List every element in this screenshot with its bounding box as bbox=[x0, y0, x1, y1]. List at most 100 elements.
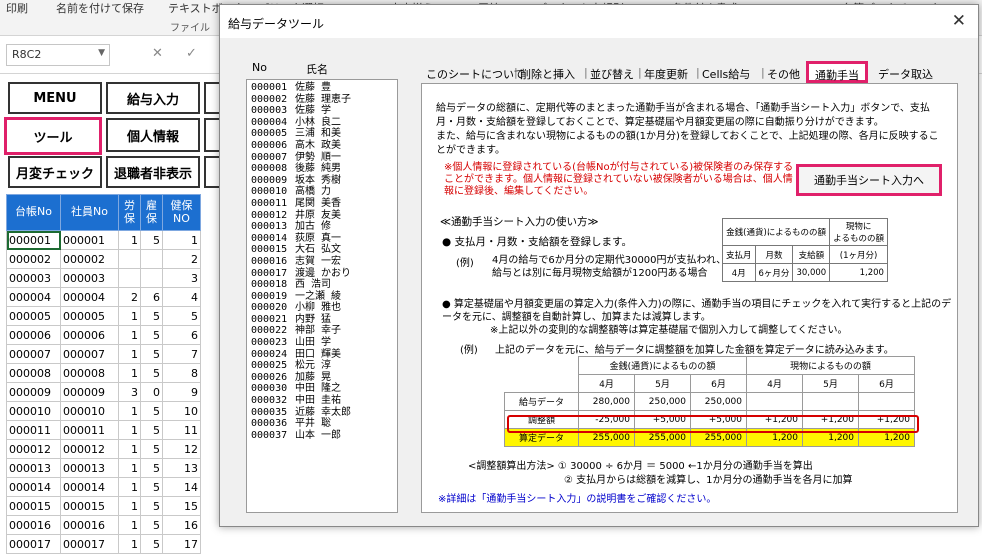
table-cell[interactable]: 5 bbox=[140, 401, 163, 421]
list-item[interactable]: 000006 高木 政美 bbox=[251, 140, 393, 152]
table-cell[interactable]: 000007 bbox=[6, 344, 61, 364]
table-cell[interactable]: 000015 bbox=[6, 496, 61, 516]
table-cell[interactable]: 000016 bbox=[60, 515, 119, 535]
table-cell[interactable]: 0 bbox=[140, 382, 163, 402]
table-cell[interactable]: 1 bbox=[118, 496, 141, 516]
tab-commute-allowance[interactable]: 通勤手当 bbox=[806, 61, 868, 83]
table-cell[interactable]: 1 bbox=[118, 306, 141, 326]
list-item[interactable]: 000018 西 浩司 bbox=[251, 279, 393, 291]
monthly-change-check-button[interactable]: 月変チェック bbox=[8, 156, 102, 188]
list-item[interactable]: 000012 井原 友美 bbox=[251, 210, 393, 222]
column-header[interactable]: 健保NO bbox=[162, 194, 201, 231]
table-cell[interactable]: 000002 bbox=[60, 249, 119, 269]
table-cell[interactable]: 1 bbox=[118, 230, 141, 250]
table-cell[interactable] bbox=[118, 249, 141, 269]
table-cell[interactable]: 000017 bbox=[60, 534, 119, 554]
table-cell[interactable]: 5 bbox=[140, 458, 163, 478]
table-cell[interactable]: 1 bbox=[118, 325, 141, 345]
tab-data-import[interactable]: データ取込 bbox=[878, 66, 933, 82]
column-header[interactable]: 労保 bbox=[118, 194, 141, 231]
table-cell[interactable]: 5 bbox=[140, 344, 163, 364]
tool-button[interactable]: ツール bbox=[4, 117, 102, 155]
table-cell[interactable]: 16 bbox=[162, 515, 201, 535]
table-cell[interactable]: 1 bbox=[118, 458, 141, 478]
table-cell[interactable]: 1 bbox=[118, 477, 141, 497]
list-item[interactable]: 000009 坂本 秀樹 bbox=[251, 175, 393, 187]
table-cell[interactable]: 000016 bbox=[6, 515, 61, 535]
table-cell[interactable]: 000004 bbox=[60, 287, 119, 307]
table-cell[interactable]: 10 bbox=[162, 401, 201, 421]
list-item[interactable]: 000002 佐藤 理恵子 bbox=[251, 94, 393, 106]
table-cell[interactable]: 6 bbox=[140, 287, 163, 307]
table-cell[interactable]: 13 bbox=[162, 458, 201, 478]
employee-listbox[interactable]: 000001 佐藤 豊 000002 佐藤 理恵子 000003 佐藤 学 000004 小林… bbox=[246, 79, 398, 513]
tab-cells-payroll[interactable]: Cells給与 bbox=[702, 66, 750, 82]
table-cell[interactable]: 5 bbox=[140, 496, 163, 516]
table-cell[interactable] bbox=[118, 268, 141, 288]
payroll-input-button[interactable]: 給与入力 bbox=[106, 82, 200, 114]
table-cell[interactable]: 000003 bbox=[6, 268, 61, 288]
table-cell[interactable]: 14 bbox=[162, 477, 201, 497]
list-item[interactable]: 000011 尾関 美香 bbox=[251, 198, 393, 210]
list-item[interactable]: 000021 内野 猛 bbox=[251, 314, 393, 326]
table-cell[interactable]: 1 bbox=[118, 515, 141, 535]
tab-delete-insert[interactable]: 削除と挿入 bbox=[520, 66, 575, 82]
menu-button[interactable]: MENU bbox=[8, 82, 102, 114]
table-cell[interactable]: 5 bbox=[140, 534, 163, 554]
list-item[interactable]: 000037 山本 一郎 bbox=[251, 430, 393, 442]
list-item[interactable]: 000016 志賀 一宏 bbox=[251, 256, 393, 268]
column-header[interactable]: 雇保 bbox=[140, 194, 163, 231]
table-cell[interactable]: 1 bbox=[162, 230, 201, 250]
table-cell[interactable]: 3 bbox=[118, 382, 141, 402]
list-item[interactable]: 000023 山田 学 bbox=[251, 337, 393, 349]
table-cell[interactable]: 000005 bbox=[60, 306, 119, 326]
table-cell[interactable]: 2 bbox=[162, 249, 201, 269]
tab-year-update[interactable]: 年度更新 bbox=[644, 66, 688, 82]
table-cell[interactable]: 000014 bbox=[60, 477, 119, 497]
table-cell[interactable]: 12 bbox=[162, 439, 201, 459]
table-cell[interactable]: 5 bbox=[140, 439, 163, 459]
table-cell[interactable]: 000012 bbox=[6, 439, 61, 459]
table-cell[interactable]: 5 bbox=[140, 515, 163, 535]
list-item[interactable]: 000005 三浦 和美 bbox=[251, 128, 393, 140]
table-cell[interactable]: 000001 bbox=[60, 230, 119, 250]
tab-other[interactable]: その他 bbox=[767, 66, 800, 82]
list-item[interactable]: 000022 神部 幸子 bbox=[251, 325, 393, 337]
table-cell[interactable]: 000014 bbox=[6, 477, 61, 497]
chevron-down-icon[interactable]: ▼ bbox=[98, 48, 105, 58]
table-cell[interactable]: 17 bbox=[162, 534, 201, 554]
tab-sort[interactable]: 並び替え bbox=[590, 66, 634, 82]
list-item[interactable]: 000019 一之瀬 綾 bbox=[251, 291, 393, 303]
list-item[interactable]: 000032 中田 圭祐 bbox=[251, 395, 393, 407]
list-item[interactable]: 000020 小柳 雅也 bbox=[251, 302, 393, 314]
table-cell[interactable]: 5 bbox=[140, 325, 163, 345]
list-item[interactable]: 000025 松元 淳 bbox=[251, 360, 393, 372]
table-cell[interactable]: 000004 bbox=[6, 287, 61, 307]
table-cell[interactable]: 11 bbox=[162, 420, 201, 440]
table-cell[interactable]: 4 bbox=[162, 287, 201, 307]
list-item[interactable]: 000003 佐藤 学 bbox=[251, 105, 393, 117]
ribbon-print[interactable]: 印刷 bbox=[6, 0, 28, 16]
list-item[interactable]: 000010 高橋 力 bbox=[251, 186, 393, 198]
table-cell[interactable]: 000017 bbox=[6, 534, 61, 554]
table-cell[interactable]: 6 bbox=[162, 325, 201, 345]
table-cell[interactable]: 000009 bbox=[6, 382, 61, 402]
table-cell[interactable]: 8 bbox=[162, 363, 201, 383]
table-cell[interactable]: 000010 bbox=[6, 401, 61, 421]
hide-retirees-button[interactable]: 退職者非表示 bbox=[106, 156, 200, 188]
table-cell[interactable]: 000013 bbox=[60, 458, 119, 478]
list-item[interactable]: 000001 佐藤 豊 bbox=[251, 82, 393, 94]
table-cell[interactable]: 000002 bbox=[6, 249, 61, 269]
table-cell[interactable]: 1 bbox=[118, 439, 141, 459]
table-cell[interactable]: 000003 bbox=[60, 268, 119, 288]
table-cell[interactable]: 000006 bbox=[6, 325, 61, 345]
table-cell[interactable]: 5 bbox=[140, 363, 163, 383]
table-cell[interactable]: 1 bbox=[118, 344, 141, 364]
table-cell[interactable]: 000010 bbox=[60, 401, 119, 421]
list-item[interactable]: 000015 大石 弘文 bbox=[251, 244, 393, 256]
ribbon-save-as[interactable]: 名前を付けて保存 bbox=[56, 0, 144, 16]
table-cell[interactable]: 5 bbox=[140, 306, 163, 326]
list-item[interactable]: 000035 近藤 幸太郎 bbox=[251, 407, 393, 419]
table-cell[interactable]: 000008 bbox=[60, 363, 119, 383]
table-cell[interactable]: 000006 bbox=[60, 325, 119, 345]
